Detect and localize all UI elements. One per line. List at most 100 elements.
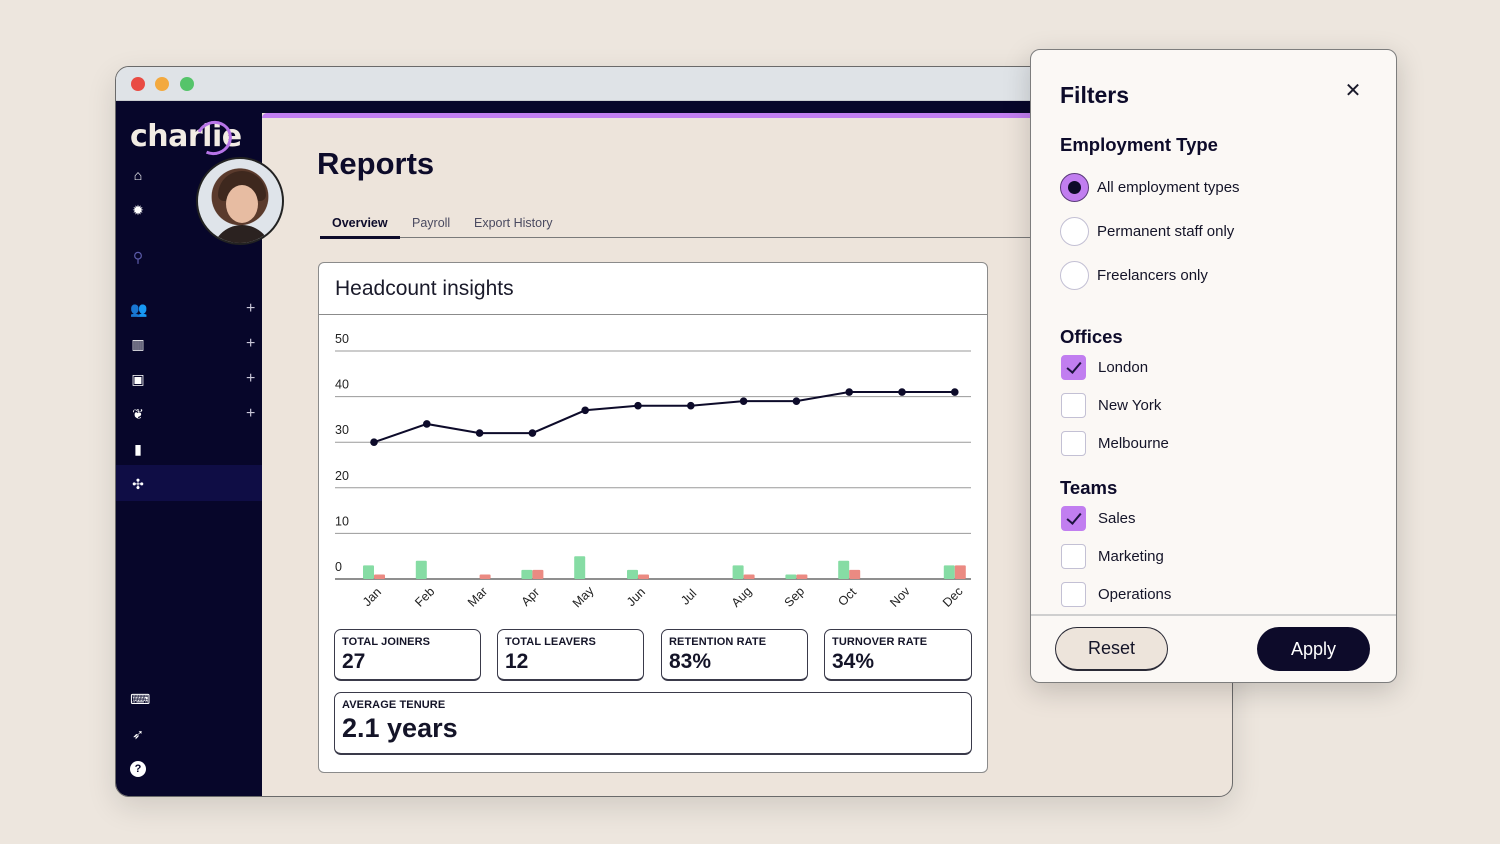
- tab-export-history[interactable]: Export History: [474, 216, 553, 230]
- joiners-bar: [363, 565, 374, 579]
- radio-button[interactable]: [1060, 260, 1089, 290]
- window-close-button[interactable]: [131, 77, 145, 91]
- checkbox-label: Operations: [1098, 585, 1172, 603]
- page-title: Reports: [317, 146, 435, 181]
- offices-heading: Offices: [1060, 326, 1123, 347]
- computer-hand-icon[interactable]: ⌨: [130, 691, 150, 707]
- headcount-chart: 0 10 20 30 40 50 Jan Feb Mar Apr May Jun Jul Aug Sep Oc…: [335, 332, 971, 610]
- stat-retention-rate: RETENTION RATE 83%: [661, 629, 808, 681]
- x-tick-label: Feb: [412, 584, 437, 609]
- teams-heading: Teams: [1060, 477, 1118, 498]
- joiners-bar: [627, 569, 638, 579]
- checkbox[interactable]: [1061, 430, 1086, 456]
- checkbox[interactable]: [1061, 543, 1086, 569]
- stat-value: 83%: [669, 650, 712, 673]
- stat-total-leavers: TOTAL LEAVERS 12: [497, 629, 644, 681]
- window-maximize-button[interactable]: [180, 77, 194, 91]
- active-tab-indicator: [320, 236, 400, 239]
- checkbox-operations[interactable]: Operations: [1060, 579, 1171, 609]
- checkbox-label: London: [1098, 358, 1149, 376]
- headcount-point: [898, 388, 906, 396]
- checkbox[interactable]: [1061, 505, 1086, 531]
- joiners-bar: [415, 560, 427, 579]
- checkbox-new-york[interactable]: New York: [1060, 390, 1161, 420]
- leavers-bar: [796, 574, 808, 579]
- filters-panel: Filters ✕ Employment Type All employment…: [1030, 49, 1397, 683]
- leavers-bar: [532, 569, 544, 579]
- joiners-bar: [732, 565, 744, 579]
- puzzle-icon[interactable]: ✣: [130, 476, 146, 492]
- help-chat-icon[interactable]: ?: [130, 761, 146, 777]
- x-tick-label: May: [570, 583, 597, 610]
- bar-chart-icon[interactable]: ▮: [130, 441, 146, 457]
- rocket-icon[interactable]: ➶: [130, 726, 146, 742]
- stat-total-joiners: TOTAL JOINERS 27: [334, 629, 481, 681]
- expand-plus-icon[interactable]: +: [246, 371, 255, 387]
- x-tick-label: Jan: [360, 585, 384, 609]
- headcount-point: [951, 388, 959, 396]
- x-tick-label: Oct: [835, 585, 859, 609]
- joiners-bar: [574, 556, 586, 579]
- radio-label: Freelancers only: [1097, 266, 1208, 284]
- stat-value: 2.1 years: [342, 713, 458, 743]
- joiners-bar: [943, 565, 955, 579]
- user-avatar[interactable]: [196, 157, 284, 245]
- tab-payroll[interactable]: Payroll: [412, 216, 450, 230]
- plant-icon[interactable]: ❦: [130, 406, 146, 422]
- employment-type-heading: Employment Type: [1060, 134, 1218, 155]
- checkbox[interactable]: [1061, 392, 1086, 418]
- radio-button[interactable]: [1060, 172, 1089, 202]
- people-icon[interactable]: 👥: [130, 301, 147, 317]
- expand-plus-icon[interactable]: +: [246, 406, 255, 422]
- gear-icon[interactable]: ✹: [130, 202, 146, 218]
- joiners-bar: [838, 560, 850, 579]
- expand-plus-icon[interactable]: +: [246, 336, 255, 352]
- briefcase-icon[interactable]: ▣: [130, 371, 146, 387]
- checkbox[interactable]: [1061, 354, 1086, 380]
- leavers-bar: [374, 574, 385, 579]
- x-tick-label: Sep: [782, 584, 808, 610]
- reset-button[interactable]: Reset: [1055, 627, 1168, 671]
- stat-label: TURNOVER RATE: [832, 636, 928, 648]
- leavers-bar: [638, 574, 649, 579]
- leavers-bar: [743, 574, 755, 579]
- checkbox-label: Marketing: [1098, 547, 1164, 565]
- stat-turnover-rate: TURNOVER RATE 34%: [824, 629, 972, 681]
- apply-button[interactable]: Apply: [1257, 627, 1370, 671]
- radio-all-employment-types[interactable]: All employment types: [1060, 172, 1240, 202]
- checkbox-label: Melbourne: [1098, 434, 1169, 452]
- checkbox-label: New York: [1098, 396, 1162, 414]
- home-icon[interactable]: ⌂: [130, 167, 146, 183]
- stat-label: RETENTION RATE: [669, 636, 767, 648]
- close-icon[interactable]: ✕: [1344, 81, 1362, 101]
- window-minimize-button[interactable]: [155, 77, 169, 91]
- tab-overview[interactable]: Overview: [332, 216, 388, 230]
- headcount-point: [475, 429, 484, 437]
- y-tick-label: 40: [335, 378, 349, 392]
- building-icon[interactable]: ▥: [130, 336, 146, 352]
- radio-button[interactable]: [1060, 216, 1089, 246]
- y-tick-label: 20: [335, 469, 349, 483]
- radio-permanent-staff[interactable]: Permanent staff only: [1060, 216, 1234, 246]
- x-tick-label: Apr: [519, 585, 543, 609]
- expand-plus-icon[interactable]: +: [246, 301, 255, 317]
- headcount-point: [423, 420, 431, 428]
- checkbox-melbourne[interactable]: Melbourne: [1060, 428, 1169, 458]
- checkbox[interactable]: [1061, 581, 1086, 607]
- headcount-line: [373, 391, 955, 444]
- radio-freelancers[interactable]: Freelancers only: [1060, 260, 1208, 290]
- card-title: Headcount insights: [335, 277, 514, 300]
- footer-divider: [1031, 614, 1396, 616]
- filters-title: Filters: [1060, 82, 1130, 108]
- headcount-point: [528, 429, 537, 437]
- search-icon[interactable]: ⚲: [130, 249, 146, 265]
- checkbox-marketing[interactable]: Marketing: [1060, 541, 1164, 571]
- headcount-point: [687, 401, 695, 410]
- checkbox-label: Sales: [1098, 509, 1136, 527]
- radio-label: Permanent staff only: [1097, 222, 1235, 240]
- checkbox-sales[interactable]: Sales: [1060, 503, 1136, 533]
- leavers-bar: [479, 574, 491, 579]
- checkbox-london[interactable]: London: [1060, 352, 1148, 382]
- stat-value: 34%: [832, 650, 875, 673]
- headcount-point: [845, 388, 853, 396]
